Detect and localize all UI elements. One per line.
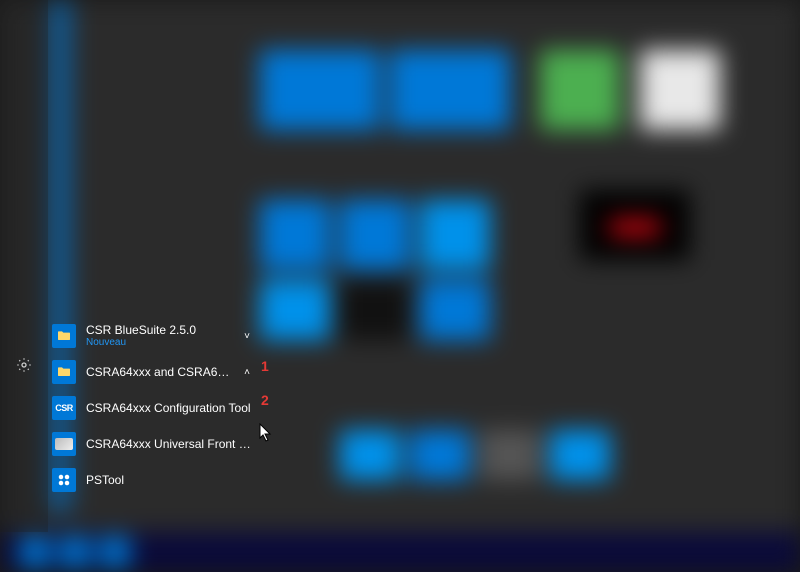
annotation-1: 1 [261,358,269,374]
app-text: CSR BlueSuite 2.5.0 Nouveau [86,323,236,349]
mouse-cursor-icon [259,423,273,443]
chevron-down-icon: ˅ [240,331,254,342]
app-sublabel-new: Nouveau [86,337,236,349]
pstool-app-icon [52,468,76,492]
settings-icon[interactable] [14,355,34,375]
ufe-app-icon [52,432,76,456]
app-label: CSRA64xxx and CSRA63xxx Tools [86,365,236,379]
app-text: CSRA64xxx and CSRA63xxx Tools [86,365,236,379]
apps-list: CSR BlueSuite 2.5.0 Nouveau ˅ CSRA64xxx … [48,318,258,498]
app-label: CSRA64xxx Universal Front End [86,437,254,451]
app-folder-bluesuite[interactable]: CSR BlueSuite 2.5.0 Nouveau ˅ [48,318,258,354]
app-text: CSRA64xxx Configuration Tool [86,401,254,415]
app-text: PSTool [86,473,254,487]
app-label: CSR BlueSuite 2.5.0 [86,323,236,337]
start-menu-left-rail [0,0,48,532]
chevron-up-icon: ˄ [240,367,254,378]
app-text: CSRA64xxx Universal Front End [86,437,254,451]
folder-icon [52,360,76,384]
csr-app-icon: CSR [52,396,76,420]
icon-text: CSR [55,403,73,413]
app-folder-csra-tools[interactable]: CSRA64xxx and CSRA63xxx Tools ˄ [48,354,258,390]
start-menu: CSR BlueSuite 2.5.0 Nouveau ˅ CSRA64xxx … [0,0,800,572]
app-label: PSTool [86,473,254,487]
app-item-config-tool[interactable]: CSR CSRA64xxx Configuration Tool [48,390,258,426]
annotation-2: 2 [261,392,269,408]
app-item-universal-front-end[interactable]: CSRA64xxx Universal Front End [48,426,258,462]
app-label: CSRA64xxx Configuration Tool [86,401,254,415]
app-item-pstool[interactable]: PSTool [48,462,258,498]
folder-icon [52,324,76,348]
